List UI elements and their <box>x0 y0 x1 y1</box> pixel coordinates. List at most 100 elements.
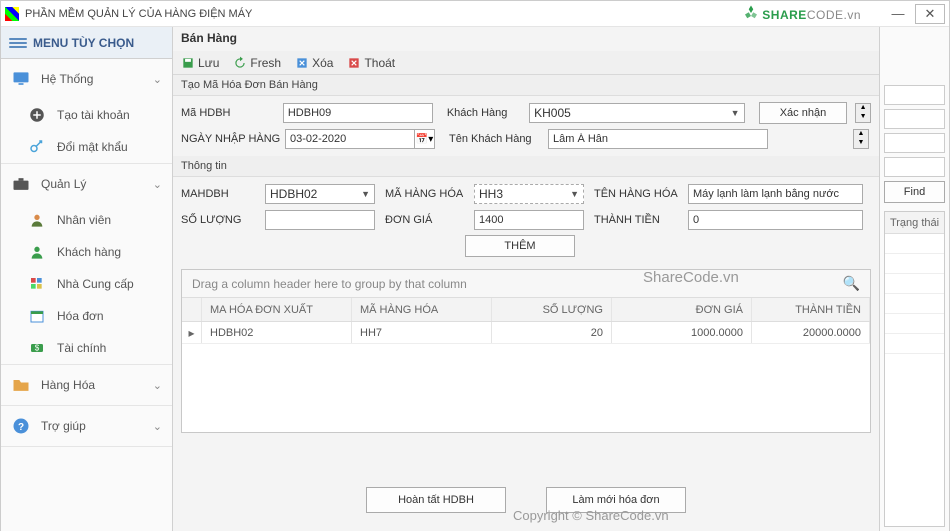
chevron-down-icon: ⌄ <box>153 178 162 191</box>
sidebar-header: MENU TÙY CHỌN <box>1 27 172 59</box>
calendar-icon[interactable]: 📅▾ <box>415 129 435 149</box>
label-mahdbh: Mã HDBH <box>181 107 279 119</box>
table-row[interactable] <box>885 314 944 334</box>
sidebar-item-finance[interactable]: $ Tài chính <box>1 332 172 364</box>
label-soluong: SỐ LƯỢNG <box>181 214 261 226</box>
input-date[interactable] <box>285 129 415 149</box>
delete-icon <box>295 56 309 70</box>
plus-circle-icon <box>27 105 47 125</box>
grid-header: MA HÓA ĐƠN XUẤT MÃ HÀNG HÓA SỐ LƯỢNG ĐƠN… <box>182 298 870 322</box>
input-thanhtien[interactable] <box>688 210 863 230</box>
footer-buttons: Hoàn tất HDBH Làm mới hóa đơn <box>173 487 879 513</box>
chevron-down-icon: ⌄ <box>153 379 162 392</box>
sidebar-item-create-account[interactable]: Tạo tài khoản <box>1 99 172 131</box>
find-button[interactable]: Find <box>884 181 945 203</box>
close-button[interactable]: ✕ <box>915 4 945 24</box>
person-icon <box>27 210 47 230</box>
exit-button[interactable]: Thoát <box>347 56 395 70</box>
column-header[interactable]: SỐ LƯỢNG <box>492 298 612 321</box>
nav-group-manage[interactable]: Quản Lý ⌄ <box>1 164 172 204</box>
label-tenhang: TÊN HÀNG HÓA <box>594 188 684 200</box>
delete-button[interactable]: Xóa <box>295 56 333 70</box>
chevron-down-icon: ▼ <box>566 189 579 199</box>
select-mahdbh2[interactable]: HDBH02▼ <box>265 184 375 204</box>
grid-icon <box>27 274 47 294</box>
brand-logo: SHARECODE.vn <box>742 4 861 24</box>
nav-group-goods[interactable]: Hàng Hóa ⌄ <box>1 365 172 405</box>
spinner[interactable]: ▲▼ <box>853 129 869 149</box>
select-mahang[interactable]: HH3▼ <box>474 184 584 204</box>
column-header[interactable]: ĐƠN GIÁ <box>612 298 752 321</box>
complete-button[interactable]: Hoàn tất HDBH <box>366 487 506 513</box>
row-indicator-icon: ▸ <box>182 322 202 343</box>
select-khachhang[interactable]: KH005▼ <box>529 103 744 123</box>
right-panel: Find Trạng thái <box>879 27 949 531</box>
nav-group-system[interactable]: Hệ Thống ⌄ <box>1 59 172 99</box>
label-thanhtien: THÀNH TIỀN <box>594 214 684 226</box>
label-ngaynhap: NGÀY NHẬP HÀNG <box>181 133 281 145</box>
section-create-label: Tạo Mã Hóa Đơn Bán Hàng <box>173 75 879 96</box>
folder-icon <box>11 375 31 395</box>
briefcase-icon <box>11 174 31 194</box>
save-icon <box>181 56 195 70</box>
table-row[interactable] <box>885 294 944 314</box>
svg-text:?: ? <box>18 422 24 433</box>
refresh-invoice-button[interactable]: Làm mới hóa đơn <box>546 487 686 513</box>
slot[interactable] <box>884 109 945 129</box>
label-tenkh: Tên Khách Hàng <box>449 133 544 145</box>
label-mahdbh2: MAHDBH <box>181 188 261 200</box>
sidebar-item-staff[interactable]: Nhân viên <box>1 204 172 236</box>
status-header[interactable]: Trạng thái <box>885 212 944 234</box>
menu-icon <box>9 36 27 50</box>
input-mahdbh[interactable] <box>283 103 433 123</box>
slot[interactable] <box>884 133 945 153</box>
slot[interactable] <box>884 85 945 105</box>
column-header[interactable]: THÀNH TIỀN <box>752 298 870 321</box>
app-icon <box>5 7 19 21</box>
spinner[interactable]: ▲▼ <box>855 103 871 123</box>
svg-text:$: $ <box>35 344 40 353</box>
table-row[interactable]: ▸ HDBH02 HH7 20 1000.0000 20000.0000 <box>182 322 870 344</box>
grid-group-panel[interactable]: Drag a column header here to group by th… <box>182 270 870 298</box>
section-info-label: Thông tin <box>173 156 879 177</box>
data-grid: Drag a column header here to group by th… <box>181 269 871 433</box>
input-dongia[interactable] <box>474 210 584 230</box>
table-row[interactable] <box>885 274 944 294</box>
chevron-down-icon: ⌄ <box>153 420 162 433</box>
exit-icon <box>347 56 361 70</box>
minimize-button[interactable]: — <box>883 4 913 24</box>
status-table: Trạng thái <box>884 211 945 527</box>
input-tenkh[interactable] <box>548 129 768 149</box>
save-button[interactable]: Lưu <box>181 56 219 70</box>
refresh-icon <box>233 56 247 70</box>
add-button[interactable]: THÊM <box>465 235 575 257</box>
label-dongia: ĐƠN GIÁ <box>385 214 470 226</box>
table-row[interactable] <box>885 234 944 254</box>
input-soluong[interactable] <box>265 210 375 230</box>
help-icon: ? <box>11 416 31 436</box>
fresh-button[interactable]: Fresh <box>233 56 281 70</box>
sidebar-item-change-password[interactable]: Đổi mật khẩu <box>1 131 172 163</box>
table-row[interactable] <box>885 334 944 354</box>
confirm-button[interactable]: Xác nhận <box>759 102 848 124</box>
search-icon[interactable]: 🔍 <box>843 275 860 292</box>
chevron-down-icon: ▼ <box>357 189 370 199</box>
slot[interactable] <box>884 157 945 177</box>
sidebar: MENU TÙY CHỌN Hệ Thống ⌄ Tạo tài khoản Đ… <box>1 27 173 531</box>
table-row[interactable] <box>885 254 944 274</box>
sidebar-item-customer[interactable]: Khách hàng <box>1 236 172 268</box>
content-area: Bán Hàng Lưu Fresh Xóa Thoát Tạo Mã Hóa … <box>173 27 879 531</box>
column-header[interactable]: MÃ HÀNG HÓA <box>352 298 492 321</box>
sidebar-item-supplier[interactable]: Nhà Cung cấp <box>1 268 172 300</box>
toolbar: Lưu Fresh Xóa Thoát <box>173 51 879 75</box>
sidebar-item-invoice[interactable]: Hóa đơn <box>1 300 172 332</box>
label-mahang: MÃ HÀNG HÓA <box>385 188 470 200</box>
monitor-icon <box>11 69 31 89</box>
label-khachhang: Khách Hàng <box>447 107 525 119</box>
chevron-down-icon: ▼ <box>727 108 740 118</box>
window-title: PHẦN MỀM QUẢN LÝ CỦA HÀNG ĐIỆN MÁY <box>25 8 252 20</box>
calendar-icon <box>27 306 47 326</box>
nav-group-help[interactable]: ? Trợ giúp ⌄ <box>1 406 172 446</box>
input-tenhang[interactable] <box>688 184 863 204</box>
column-header[interactable]: MA HÓA ĐƠN XUẤT <box>202 298 352 321</box>
